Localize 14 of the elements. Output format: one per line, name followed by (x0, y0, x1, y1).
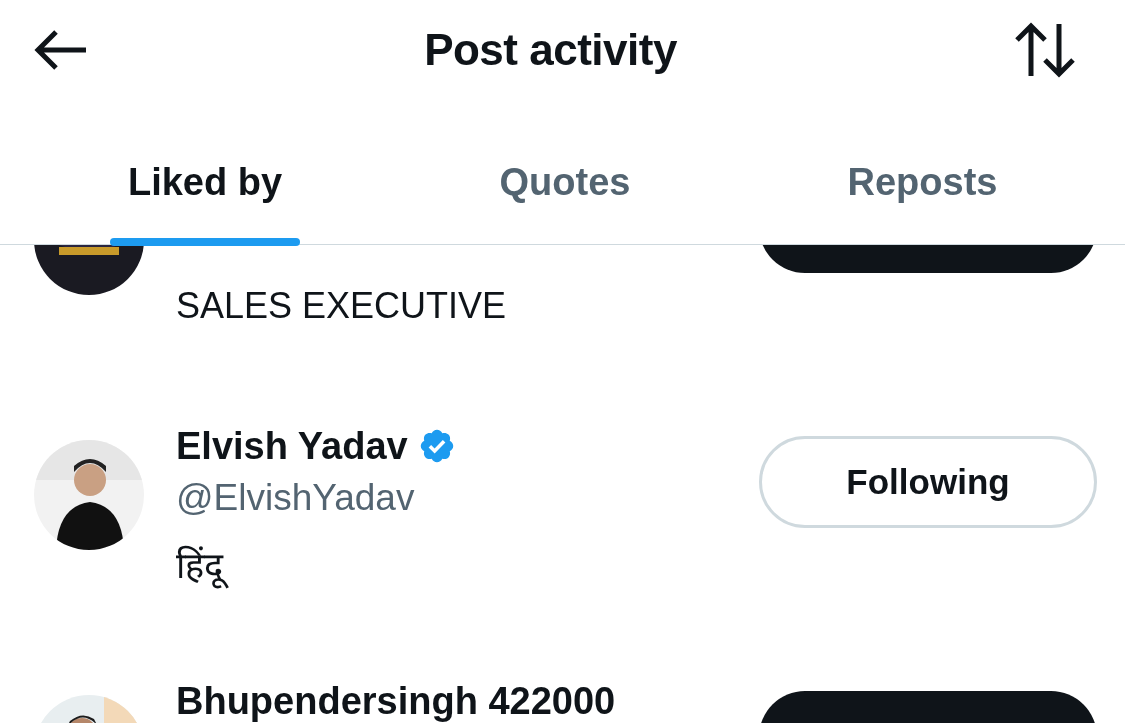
user-name: Bhupendersingh 422000 (176, 679, 616, 723)
tab[interactable]: Reposts (720, 100, 1125, 244)
tab[interactable]: Liked by (0, 100, 410, 244)
following-button[interactable]: Following (759, 436, 1097, 528)
back-button[interactable] (34, 29, 88, 71)
user-bio: SALES EXECUTIVE (176, 285, 508, 327)
sort-button[interactable] (1013, 22, 1077, 78)
tab[interactable]: Quotes (410, 100, 720, 244)
user-handle: @ElvishYadav (176, 476, 416, 520)
user-name: Elvish Yadav (176, 424, 408, 468)
back-arrow-icon (34, 29, 88, 71)
page-title: Post activity (424, 25, 677, 75)
user-bio: हिंदू (176, 540, 755, 589)
up-down-arrows-icon (1013, 22, 1077, 78)
